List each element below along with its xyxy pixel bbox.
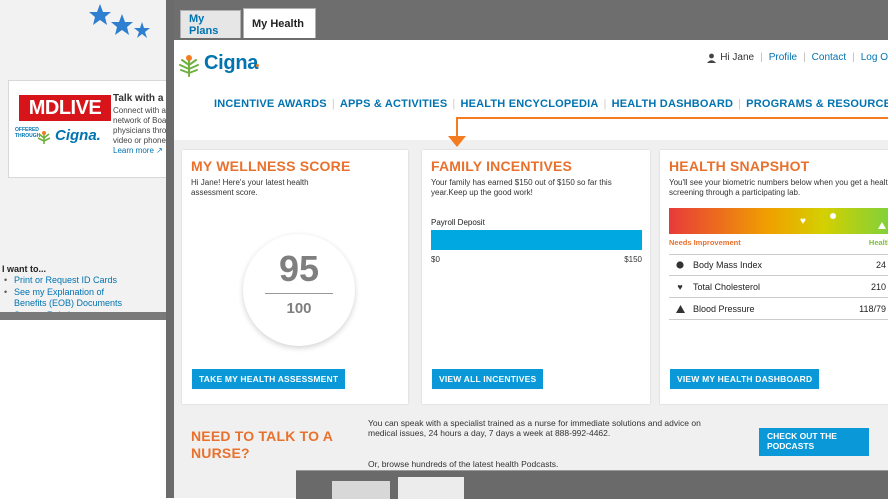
wellness-description: Hi Jane! Here's your latest health asses…: [191, 178, 309, 197]
score-circle: 95 100: [243, 234, 355, 346]
i-want-to-section: I want to... Print or Request ID Cards S…: [0, 264, 192, 312]
nurse-description: You can speak with a specialist trained …: [368, 418, 701, 438]
snapshot-title: HEALTH SNAPSHOT: [669, 158, 810, 174]
check-out-podcasts-button[interactable]: CHECK OUT THE PODCASTS: [759, 428, 869, 456]
callout-arrow-line: [456, 117, 888, 119]
view-all-incentives-button[interactable]: VIEW ALL INCENTIVES: [432, 369, 544, 389]
divider: |: [852, 52, 855, 63]
progress-max-label: $150: [624, 255, 642, 264]
overlapping-window: [296, 470, 888, 499]
incentive-progress-fill: [431, 230, 642, 250]
site-header: Cigna Hi Jane | Profile | Contact | Log …: [174, 40, 888, 140]
triangle-marker-icon: [878, 222, 886, 229]
payroll-deposit-label: Payroll Deposit: [431, 218, 485, 227]
profile-link[interactable]: Profile: [769, 52, 797, 63]
tab-bar: My Plans My Health: [174, 0, 888, 40]
incentive-progress-bar: [431, 230, 642, 250]
progress-min-label: $0: [431, 255, 440, 264]
view-health-dashboard-button[interactable]: VIEW MY HEALTH DASHBOARD: [670, 369, 820, 389]
top-links: Hi Jane | Profile | Contact | Log O: [707, 52, 888, 63]
learn-more-label: Learn more: [113, 146, 154, 155]
score-value: 95: [278, 248, 320, 289]
user-icon: [707, 53, 717, 63]
podcasts-button-line1: CHECK OUT THE: [767, 431, 837, 441]
healthy-label: Healthy: [868, 238, 888, 247]
want-item-eob[interactable]: See my Explanation of Benefits (EOB) Doc…: [0, 287, 134, 309]
heart-marker-icon: ♥: [800, 216, 806, 227]
greeting-text: Hi Jane: [720, 52, 755, 63]
metric-value: 210: [870, 281, 886, 292]
want-item-reimbursement[interactable]: See my Reimbursement Requests: [0, 310, 134, 312]
nav-programs-resources[interactable]: PROGRAMS & RESOURCES +: [746, 98, 888, 110]
logout-link[interactable]: Log O: [861, 52, 888, 63]
tab-my-plans[interactable]: My Plans: [180, 10, 241, 38]
metric-name: Blood Pressure: [693, 303, 755, 314]
score-divider: [265, 293, 333, 294]
nurse-section: NEED TO TALK TO A NURSE? You can speak w…: [182, 412, 888, 472]
divider: |: [760, 52, 763, 63]
divider: |: [738, 98, 742, 110]
tab-my-health[interactable]: My Health: [243, 8, 316, 38]
score-total: 100: [286, 300, 312, 317]
metric-row-cholesterol: ♥ Total Cholesterol 210: [669, 276, 888, 298]
metric-name: Body Mass Index: [693, 260, 763, 270]
triangle-icon: [673, 304, 687, 313]
nav-incentive-awards[interactable]: INCENTIVE AWARDS: [214, 98, 327, 110]
overlapping-tab-1[interactable]: [332, 481, 390, 499]
metric-row-bmi: Body Mass Index 24: [669, 254, 888, 276]
browse-podcasts-text: Or, browse hundreds of the latest health…: [368, 459, 559, 469]
divider: |: [803, 52, 806, 63]
divider: |: [331, 98, 335, 110]
external-link-icon: ↗: [156, 146, 163, 155]
take-health-assessment-button[interactable]: TAKE MY HEALTH ASSESSMENT: [192, 369, 346, 389]
metric-row-blood-pressure: Blood Pressure 118/79: [669, 298, 888, 320]
wellness-score-card: MY WELLNESS SCORE Hi Jane! Here's your l…: [182, 150, 408, 404]
nurse-title-line1: NEED TO TALK TO A: [191, 428, 334, 444]
circle-marker-icon: [830, 213, 836, 219]
mdlive-title: Talk with a d: [113, 93, 173, 104]
mdlive-logo: MDLIVE: [19, 95, 111, 121]
contact-link[interactable]: Contact: [812, 52, 846, 63]
metric-value: 118/79: [859, 303, 886, 314]
podcasts-button-line2: PODCASTS: [767, 441, 815, 451]
cigna-logo[interactable]: Cigna: [204, 52, 258, 75]
needs-improvement-label: Needs Improvement: [669, 238, 741, 247]
nurse-title: NEED TO TALK TO A NURSE?: [191, 428, 333, 462]
family-title: FAMILY INCENTIVES: [431, 158, 573, 174]
wellness-title: MY WELLNESS SCORE: [191, 158, 351, 174]
nav-health-encyclopedia[interactable]: HEALTH ENCYCLOPEDIA: [460, 98, 598, 110]
want-item-id-cards[interactable]: Print or Request ID Cards: [0, 275, 192, 286]
overlapping-tab-2[interactable]: [398, 477, 464, 499]
logo-dot: [256, 64, 259, 67]
family-incentives-card: FAMILY INCENTIVES Your family has earned…: [422, 150, 650, 404]
divider: |: [452, 98, 456, 110]
i-want-to-title: I want to...: [2, 264, 46, 274]
offered-through-label: OFFERED THROUGH: [15, 127, 41, 139]
metric-name: Total Cholesterol: [693, 281, 761, 292]
my-health-window: My Plans My Health Cigna Hi Jane | Profi…: [166, 0, 888, 498]
snapshot-description: You'll see your biometric numbers below …: [669, 178, 888, 197]
mdlive-description: Connect with a network of Boa physicians…: [113, 106, 167, 145]
nurse-title-line2: NURSE?: [191, 445, 250, 461]
cigna-tree-icon: [37, 131, 51, 144]
callout-arrow-head-icon: [448, 136, 466, 147]
main-nav: INCENTIVE AWARDS | APPS & ACTIVITIES | H…: [214, 98, 888, 110]
divider: |: [603, 98, 607, 110]
heart-icon: ♥: [677, 281, 683, 292]
learn-more-link[interactable]: Learn more ↗: [113, 146, 163, 155]
nav-apps-activities[interactable]: APPS & ACTIVITIES: [340, 98, 448, 110]
family-description: Your family has earned $150 out of $150 …: [431, 178, 612, 197]
circle-icon: [673, 261, 687, 269]
metric-value: 24: [875, 260, 886, 270]
health-range-bar: ♥: [669, 208, 888, 234]
mdlive-cigna-brand: Cigna.: [55, 127, 101, 144]
health-snapshot-card: HEALTH SNAPSHOT You'll see your biometri…: [660, 150, 888, 404]
cigna-tree-icon: [179, 55, 199, 77]
nav-health-dashboard[interactable]: HEALTH DASHBOARD: [612, 98, 734, 110]
